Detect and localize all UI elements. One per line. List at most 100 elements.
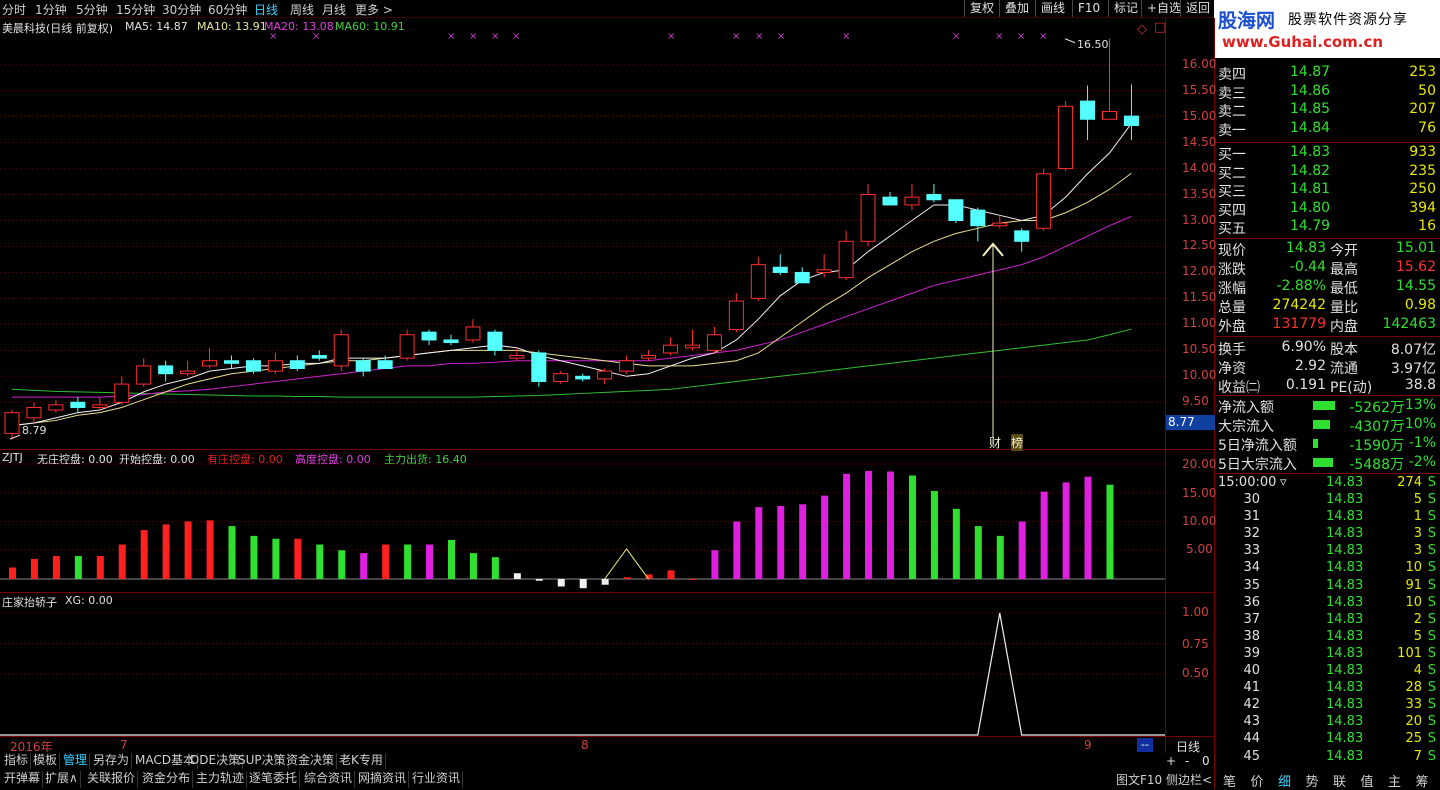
zoom-in-button[interactable]: + bbox=[1166, 754, 1176, 768]
ind1-bar bbox=[162, 524, 170, 579]
function-tab[interactable]: 网摘资讯 bbox=[356, 771, 410, 788]
side-tab[interactable]: 价 bbox=[1251, 771, 1264, 790]
graphic-f10-button[interactable]: 图文F10 bbox=[1116, 771, 1162, 788]
signal-mark: × bbox=[777, 31, 785, 42]
draw-line-button[interactable]: 画线 bbox=[1035, 0, 1070, 17]
tick-row: 32 14.83 3 S bbox=[1218, 526, 1438, 543]
bid-price: 14.82 bbox=[1290, 162, 1331, 179]
logo-name: 股海网 bbox=[1218, 10, 1276, 32]
tick-side: S bbox=[1427, 628, 1436, 644]
ind2-chart bbox=[0, 612, 1165, 736]
flow-value: -5488万 bbox=[1349, 457, 1404, 473]
function-tab[interactable]: 主力轨迹 bbox=[194, 771, 248, 788]
ask-volume: 50 bbox=[1418, 82, 1436, 99]
fund-flow-row: 大宗流入 -4307万 -10% bbox=[1218, 416, 1438, 435]
side-tab[interactable]: 值 bbox=[1361, 771, 1374, 790]
period-tab-1min[interactable]: 1分钟 bbox=[35, 1, 67, 18]
fund-flow-row: 5日净流入额 -1590万 -1% bbox=[1218, 435, 1438, 454]
period-tab-more[interactable]: 更多 > bbox=[355, 1, 393, 18]
signal-mark: × bbox=[512, 31, 520, 42]
candle-body bbox=[728, 300, 744, 331]
candle-body bbox=[706, 334, 722, 351]
high-pointer bbox=[1064, 38, 1076, 44]
bid-volume: 394 bbox=[1409, 199, 1436, 216]
function-tab[interactable]: 行业资讯 bbox=[410, 771, 464, 788]
price-axis-label: 14.00 bbox=[1182, 160, 1217, 175]
period-tab-5min[interactable]: 5分钟 bbox=[76, 1, 108, 18]
overlay-button[interactable]: 叠加 bbox=[999, 0, 1034, 17]
tick-price: 14.83 bbox=[1326, 577, 1364, 593]
quote-row: 涨幅 -2.88% 最低 14.55 bbox=[1218, 278, 1438, 297]
candle-body bbox=[904, 196, 920, 206]
function-tab[interactable]: 逐笔委托 bbox=[247, 771, 301, 788]
indicator-tab[interactable]: 模板 bbox=[31, 753, 61, 769]
tick-price: 14.83 bbox=[1326, 731, 1364, 747]
zoom-out-button[interactable]: - bbox=[1185, 754, 1189, 768]
candle-body bbox=[860, 194, 876, 242]
time-axis-jul: 7 bbox=[120, 738, 128, 752]
restore-right-button[interactable]: 复权 bbox=[964, 0, 999, 17]
quote-value: 14.83 bbox=[1285, 240, 1326, 256]
quote-value: 0.191 bbox=[1285, 377, 1326, 393]
ind1-axis-20: 20.00 bbox=[1182, 457, 1217, 471]
side-tab[interactable]: 势 bbox=[1306, 771, 1319, 790]
period-tab-60min[interactable]: 60分钟 bbox=[208, 1, 247, 18]
sidebar-toggle-button[interactable]: 侧边栏< bbox=[1166, 771, 1212, 788]
tick-volume: 10 bbox=[1405, 594, 1422, 610]
ask-label: 卖四 bbox=[1218, 67, 1246, 83]
function-tab[interactable]: 扩展∧ bbox=[43, 771, 81, 788]
ma5-line bbox=[11, 123, 1132, 427]
side-tab[interactable]: 筹 bbox=[1416, 771, 1429, 790]
tick-volume: 1 bbox=[1413, 509, 1422, 525]
period-tab-daily[interactable]: 日线 bbox=[254, 1, 278, 18]
tick-price: 14.83 bbox=[1326, 748, 1364, 764]
tick-volume: 28 bbox=[1405, 680, 1422, 696]
tick-price: 14.83 bbox=[1326, 645, 1364, 661]
indicator-tab[interactable]: DDE决策 bbox=[188, 753, 244, 769]
indicator-tab[interactable]: SUP决策 bbox=[236, 753, 289, 769]
period-tab-monthly[interactable]: 月线 bbox=[322, 1, 346, 18]
indicator-tab[interactable]: 另存为 bbox=[91, 753, 133, 769]
f10-button[interactable]: F10 bbox=[1072, 0, 1105, 17]
tick-second: 44 bbox=[1243, 731, 1260, 747]
indicator-tab[interactable]: 资金决策 bbox=[284, 753, 338, 769]
zoom-reset-button[interactable]: 0 bbox=[1202, 754, 1210, 768]
candle-body bbox=[641, 355, 657, 359]
period-tab-fenshi[interactable]: 分时 bbox=[2, 1, 26, 18]
mark-button[interactable]: 标记 bbox=[1108, 0, 1143, 17]
tick-second: 32 bbox=[1243, 526, 1260, 542]
dash-indicator[interactable]: -- bbox=[1137, 738, 1153, 752]
tick-volume: 20 bbox=[1405, 714, 1422, 730]
tick-price: 14.83 bbox=[1326, 475, 1364, 490]
low-price-mark: 8.79 bbox=[22, 424, 47, 437]
function-tab[interactable]: 关联报价 bbox=[85, 771, 139, 788]
quote-value: 2.92 bbox=[1294, 358, 1326, 374]
function-tab[interactable]: 综合资讯 bbox=[302, 771, 356, 788]
signal-mark: × bbox=[269, 31, 277, 42]
tick-row: 43 14.83 20 S bbox=[1218, 714, 1438, 731]
side-tab[interactable]: 细 bbox=[1278, 771, 1291, 790]
side-tab[interactable]: 联 bbox=[1333, 771, 1346, 790]
period-tab-15min[interactable]: 15分钟 bbox=[116, 1, 155, 18]
indicator-tab[interactable]: 管理 bbox=[61, 753, 91, 769]
back-button[interactable]: 返回 bbox=[1180, 0, 1215, 17]
indicator-tab[interactable]: 指标 bbox=[2, 753, 32, 769]
ind1-bar bbox=[118, 544, 126, 579]
ind1-bar bbox=[9, 567, 16, 579]
period-tab-30min[interactable]: 30分钟 bbox=[162, 1, 201, 18]
period-tab-weekly[interactable]: 周线 bbox=[290, 1, 314, 18]
indicator-tab[interactable]: 老K专用 bbox=[337, 753, 386, 769]
quote-value-2: 15.62 bbox=[1395, 259, 1436, 275]
function-tab[interactable]: 资金分布 bbox=[140, 771, 194, 788]
quote-row: 换手 6.90% 股本 8.07亿 bbox=[1218, 339, 1438, 358]
tick-second: 30 bbox=[1243, 492, 1260, 507]
bid-row: 买五 14.79 16 bbox=[1218, 218, 1438, 237]
candle-body bbox=[575, 375, 591, 380]
tick-side: S bbox=[1427, 509, 1436, 525]
ask-row: 卖四 14.87 253 bbox=[1218, 64, 1438, 83]
side-tab[interactable]: 笔 bbox=[1223, 771, 1236, 790]
side-tab[interactable]: 主 bbox=[1388, 771, 1401, 790]
function-tab[interactable]: 开弹幕 bbox=[2, 771, 44, 788]
quote-label-2: 流通 bbox=[1330, 361, 1358, 377]
quote-value-2: 0.98 bbox=[1404, 297, 1436, 313]
